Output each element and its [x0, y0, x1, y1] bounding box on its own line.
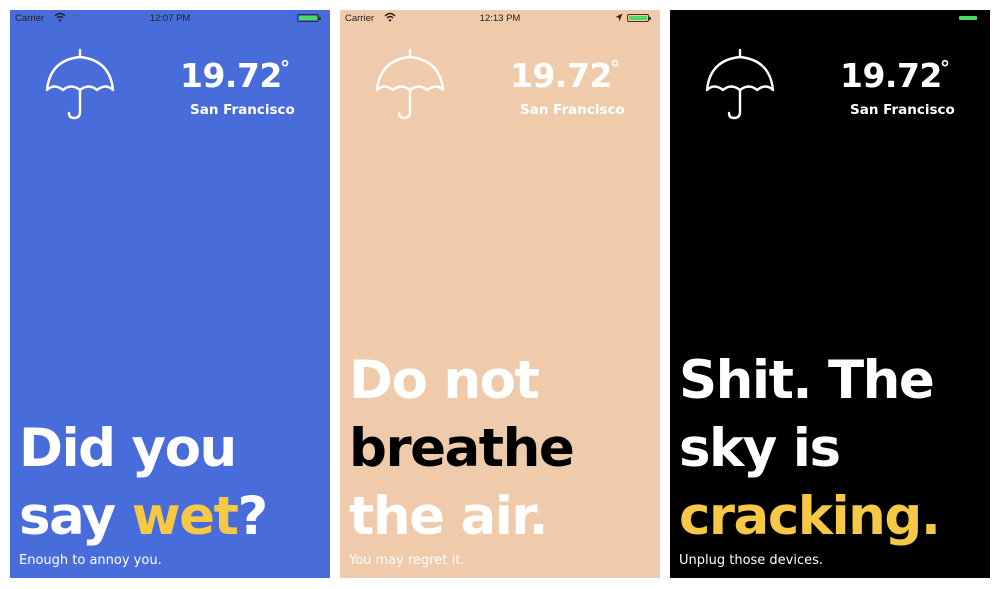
- headline-line-2: say wet?: [19, 483, 329, 551]
- headline: Do not breathe the air.: [349, 347, 659, 551]
- weather-screen-peach: Carrier 12:13 PM 19.72 ° San Francisco D…: [340, 10, 660, 578]
- headline-line-1: Shit. The: [679, 350, 935, 411]
- weather-screen-black: 19.72 ° San Francisco Shit. The sky is c…: [670, 10, 990, 578]
- headline-line-2: breathe: [349, 418, 575, 479]
- battery-icon: [627, 14, 651, 22]
- battery-icon: [297, 14, 321, 22]
- degree-symbol: °: [610, 56, 620, 80]
- headline-question-mark: ?: [237, 486, 268, 547]
- umbrella-icon: [45, 48, 115, 120]
- headline-line-3: cracking.: [679, 486, 941, 547]
- temperature-value: 19.72: [510, 56, 612, 95]
- umbrella-icon: [705, 48, 775, 120]
- headline-line-2: sky is: [679, 418, 841, 479]
- temperature-value: 19.72: [840, 56, 942, 95]
- headline-highlight: wet: [131, 486, 239, 547]
- headline: Shit. The sky is cracking.: [679, 347, 989, 551]
- temperature-value: 19.72: [180, 56, 282, 95]
- headline-line-1: Do not: [349, 350, 540, 411]
- status-time: 12:13 PM: [479, 13, 521, 24]
- status-time: 12:07 PM: [149, 13, 191, 24]
- subline: Enough to annoy you.: [19, 553, 162, 568]
- subline: Unplug those devices.: [679, 553, 824, 568]
- degree-symbol: °: [940, 56, 950, 80]
- headline: Did you say wet?: [19, 415, 329, 551]
- status-bar: [670, 10, 990, 28]
- subline: You may regret it.: [349, 553, 465, 568]
- headline-word-say: say: [19, 486, 132, 547]
- headline-line-1: Did you: [19, 418, 237, 479]
- headline-line-3: the air.: [349, 486, 549, 547]
- degree-symbol: °: [280, 56, 290, 80]
- status-bar: Carrier 12:13 PM: [340, 10, 660, 28]
- location-arrow-icon: [615, 13, 623, 22]
- city-name: San Francisco: [850, 102, 955, 118]
- weather-screen-blue: Carrier 12:07 PM 19.72 ° San Francisco D…: [10, 10, 330, 578]
- status-bar: Carrier 12:07 PM: [10, 10, 330, 28]
- umbrella-icon: [375, 48, 445, 120]
- battery-icon: [957, 14, 979, 22]
- city-name: San Francisco: [520, 102, 625, 118]
- city-name: San Francisco: [190, 102, 295, 118]
